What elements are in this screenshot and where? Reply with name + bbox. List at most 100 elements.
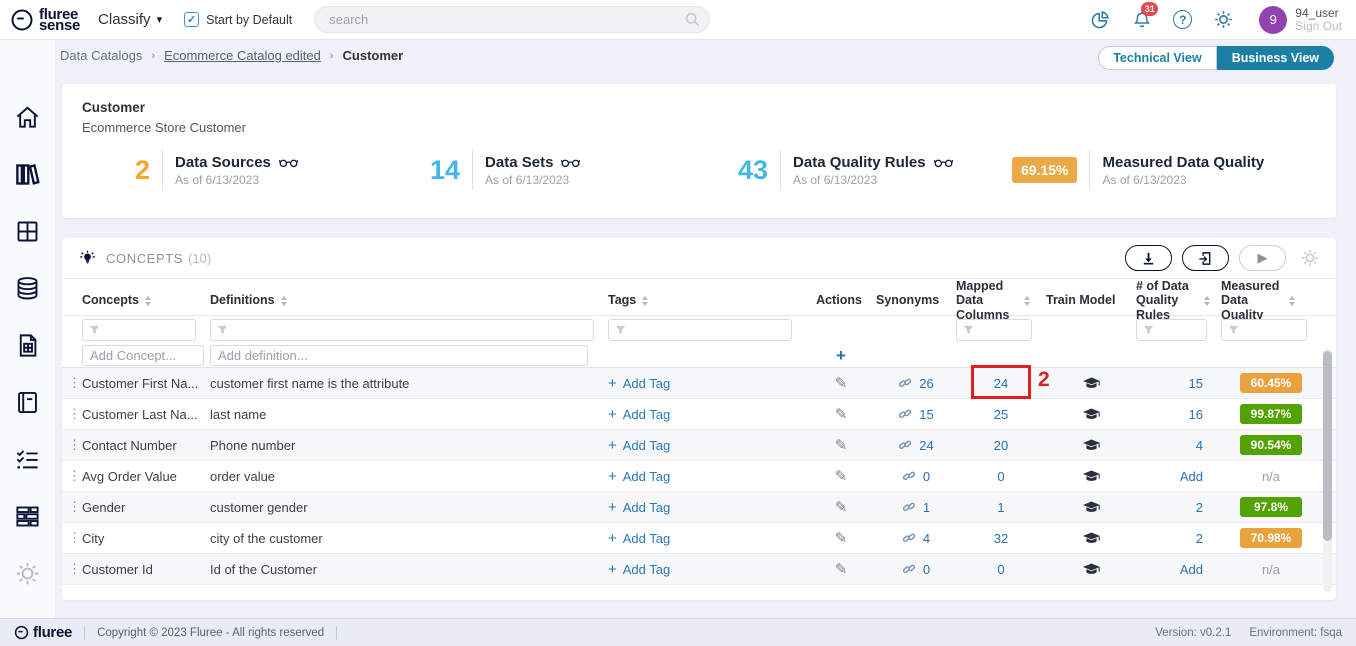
concept-name[interactable]: Customer First Na... — [82, 376, 210, 391]
glasses-icon[interactable] — [279, 157, 298, 168]
glossary-book-icon[interactable] — [14, 389, 41, 416]
drag-handle-icon[interactable]: ⋮ — [66, 561, 82, 577]
synonyms-cell[interactable]: 0 — [876, 469, 956, 484]
data-file-icon[interactable] — [14, 332, 41, 359]
drag-handle-icon[interactable]: ⋮ — [66, 468, 82, 484]
classify-dropdown[interactable]: Classify ▾ — [98, 11, 162, 28]
checklist-icon[interactable] — [14, 446, 41, 473]
synonyms-cell[interactable]: 1 — [876, 500, 956, 515]
layers-bricks-icon[interactable] — [14, 503, 41, 530]
settings-gear-icon[interactable] — [1213, 9, 1234, 30]
concept-name[interactable]: Avg Order Value — [82, 469, 210, 484]
settings-gear-icon[interactable] — [14, 560, 41, 587]
add-tag-button[interactable]: +Add Tag — [608, 561, 670, 578]
import-file-button[interactable] — [1182, 245, 1229, 271]
grid-icon[interactable] — [14, 218, 41, 245]
drag-handle-icon[interactable]: ⋮ — [66, 530, 82, 546]
synonyms-cell[interactable]: 0 — [876, 562, 956, 577]
concept-name[interactable]: Gender — [82, 500, 210, 515]
train-model-icon[interactable] — [1046, 501, 1136, 514]
mapped-columns-count[interactable]: 0 — [956, 469, 1046, 484]
sort-icon[interactable] — [281, 296, 287, 306]
business-view-button[interactable]: Business View — [1217, 46, 1334, 70]
download-button[interactable] — [1125, 245, 1172, 271]
concept-definition[interactable]: last name — [210, 407, 608, 422]
add-tag-button[interactable]: +Add Tag — [608, 375, 670, 392]
train-model-icon[interactable] — [1046, 470, 1136, 483]
quality-rules-count[interactable]: 2 — [1136, 531, 1221, 546]
add-tag-button[interactable]: +Add Tag — [608, 499, 670, 516]
checkbox-icon[interactable]: ✓ — [184, 12, 199, 27]
edit-pencil-icon[interactable]: ✎ — [835, 499, 848, 516]
fluree-sense-logo[interactable]: flureesense — [10, 8, 80, 32]
add-definition-input[interactable] — [210, 345, 588, 366]
mapped-columns-count[interactable]: 24 — [956, 376, 1046, 391]
synonyms-cell[interactable]: 15 — [876, 407, 956, 422]
table-settings-gear-icon[interactable] — [1300, 248, 1320, 268]
glasses-icon[interactable] — [934, 157, 953, 168]
concept-name[interactable]: Contact Number — [82, 438, 210, 453]
pie-chart-icon[interactable] — [1090, 9, 1111, 30]
concept-definition[interactable]: Phone number — [210, 438, 608, 453]
data-catalogs-icon[interactable] — [14, 161, 41, 188]
concept-name[interactable]: City — [82, 531, 210, 546]
col-header-tags[interactable]: Tags — [608, 293, 806, 307]
drag-handle-icon[interactable]: ⋮ — [66, 437, 82, 453]
run-button[interactable]: ▶ — [1239, 245, 1286, 271]
concept-definition[interactable]: order value — [210, 469, 608, 484]
add-tag-button[interactable]: +Add Tag — [608, 406, 670, 423]
train-model-icon[interactable] — [1046, 563, 1136, 576]
add-rule-link[interactable]: Add — [1136, 469, 1221, 484]
synonyms-cell[interactable]: 24 — [876, 438, 956, 453]
quality-rules-count[interactable]: 16 — [1136, 407, 1221, 422]
filter-quality-input[interactable] — [1221, 319, 1307, 341]
add-rule-link[interactable]: Add — [1136, 562, 1221, 577]
user-menu[interactable]: 9 94_user Sign Out — [1259, 6, 1342, 34]
concept-definition[interactable]: city of the customer — [210, 531, 608, 546]
add-concept-input[interactable] — [82, 345, 204, 366]
breadcrumb-catalog-link[interactable]: Ecommerce Catalog edited — [164, 48, 321, 63]
sort-icon[interactable] — [642, 296, 648, 306]
add-tag-button[interactable]: +Add Tag — [608, 530, 670, 547]
add-row-plus-button[interactable]: + — [806, 346, 876, 366]
quality-rules-count[interactable]: 2 — [1136, 500, 1221, 515]
filter-rules-input[interactable] — [1136, 319, 1207, 341]
concept-definition[interactable]: customer gender — [210, 500, 608, 515]
sort-icon[interactable] — [1204, 296, 1210, 306]
col-header-mapped-columns[interactable]: Mapped Data Columns — [956, 279, 1046, 322]
edit-pencil-icon[interactable]: ✎ — [835, 437, 848, 454]
mapped-columns-count[interactable]: 25 — [956, 407, 1046, 422]
breadcrumb-data-catalogs[interactable]: Data Catalogs — [60, 48, 142, 63]
filter-concepts-input[interactable] — [82, 319, 196, 341]
edit-pencil-icon[interactable]: ✎ — [835, 530, 848, 547]
search-input[interactable] — [314, 6, 710, 33]
col-header-concepts[interactable]: Concepts — [82, 293, 210, 307]
train-model-icon[interactable] — [1046, 377, 1136, 390]
mapped-columns-count[interactable]: 20 — [956, 438, 1046, 453]
add-tag-button[interactable]: +Add Tag — [608, 437, 670, 454]
quality-rules-count[interactable]: 4 — [1136, 438, 1221, 453]
mapped-columns-count[interactable]: 32 — [956, 531, 1046, 546]
train-model-icon[interactable] — [1046, 408, 1136, 421]
filter-mapped-input[interactable] — [956, 319, 1032, 341]
edit-pencil-icon[interactable]: ✎ — [835, 561, 848, 578]
notifications-bell-icon[interactable]: 31 — [1132, 9, 1152, 30]
synonyms-cell[interactable]: 4 — [876, 531, 956, 546]
concept-name[interactable]: Customer Last Na... — [82, 407, 210, 422]
concept-definition[interactable]: Id of the Customer — [210, 562, 608, 577]
edit-pencil-icon[interactable]: ✎ — [835, 375, 848, 392]
synonyms-cell[interactable]: 26 — [876, 376, 956, 391]
database-icon[interactable] — [14, 275, 41, 302]
help-icon[interactable]: ? — [1173, 10, 1192, 29]
sort-icon[interactable] — [1289, 296, 1295, 306]
mapped-columns-count[interactable]: 0 — [956, 562, 1046, 577]
drag-handle-icon[interactable]: ⋮ — [66, 499, 82, 515]
edit-pencil-icon[interactable]: ✎ — [835, 468, 848, 485]
table-scrollbar-track[interactable] — [1323, 348, 1332, 592]
sort-icon[interactable] — [1024, 296, 1030, 306]
drag-handle-icon[interactable]: ⋮ — [66, 375, 82, 391]
drag-handle-icon[interactable]: ⋮ — [66, 406, 82, 422]
col-header-quality-rules[interactable]: # of Data Quality Rules — [1136, 279, 1221, 322]
mapped-columns-count[interactable]: 1 — [956, 500, 1046, 515]
train-model-icon[interactable] — [1046, 439, 1136, 452]
